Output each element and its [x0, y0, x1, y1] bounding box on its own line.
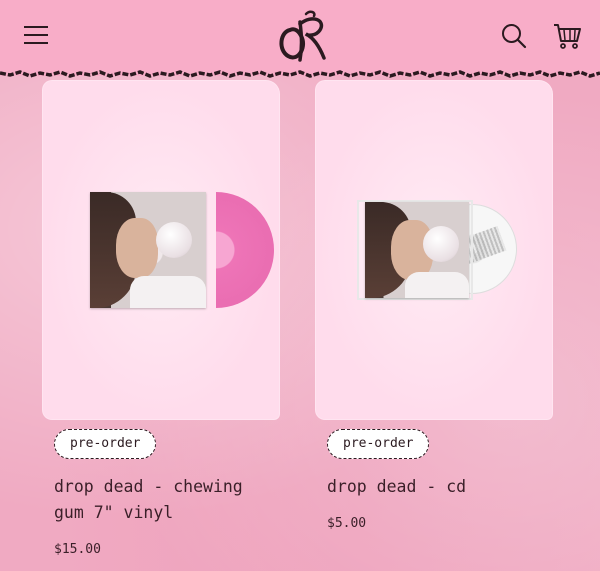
product-title-line2[interactable]: gum 7" vinyl: [54, 500, 173, 526]
torn-paper-edge: [0, 70, 600, 78]
product-title-line1[interactable]: drop dead - cd: [327, 474, 466, 500]
album-art-shirt: [130, 276, 206, 308]
preorder-badge: pre-order: [54, 429, 157, 459]
pink-vinyl-record: [216, 192, 276, 308]
album-art-bubblegum: [423, 226, 459, 262]
product-title-line1[interactable]: drop dead - chewing: [54, 474, 243, 500]
album-art-face: [116, 218, 158, 278]
logo-monogram-icon: [279, 10, 326, 62]
shopping-cart-icon[interactable]: [552, 21, 582, 51]
product-price: $15.00: [54, 542, 101, 557]
site-logo[interactable]: [276, 8, 330, 64]
menu-line: [24, 34, 48, 36]
cd-jewel-case: [357, 200, 473, 300]
album-art-bubblegum: [156, 222, 192, 258]
site-header: [0, 0, 600, 76]
product-price: $5.00: [327, 516, 367, 531]
album-cover-image: [90, 192, 206, 308]
menu-line: [24, 26, 48, 28]
menu-line: [24, 42, 48, 44]
album-art-shirt: [405, 272, 469, 298]
hamburger-menu-icon[interactable]: [24, 24, 50, 46]
search-icon[interactable]: [500, 22, 528, 50]
preorder-badge: pre-order: [327, 429, 430, 459]
album-cover-image: [365, 202, 469, 298]
